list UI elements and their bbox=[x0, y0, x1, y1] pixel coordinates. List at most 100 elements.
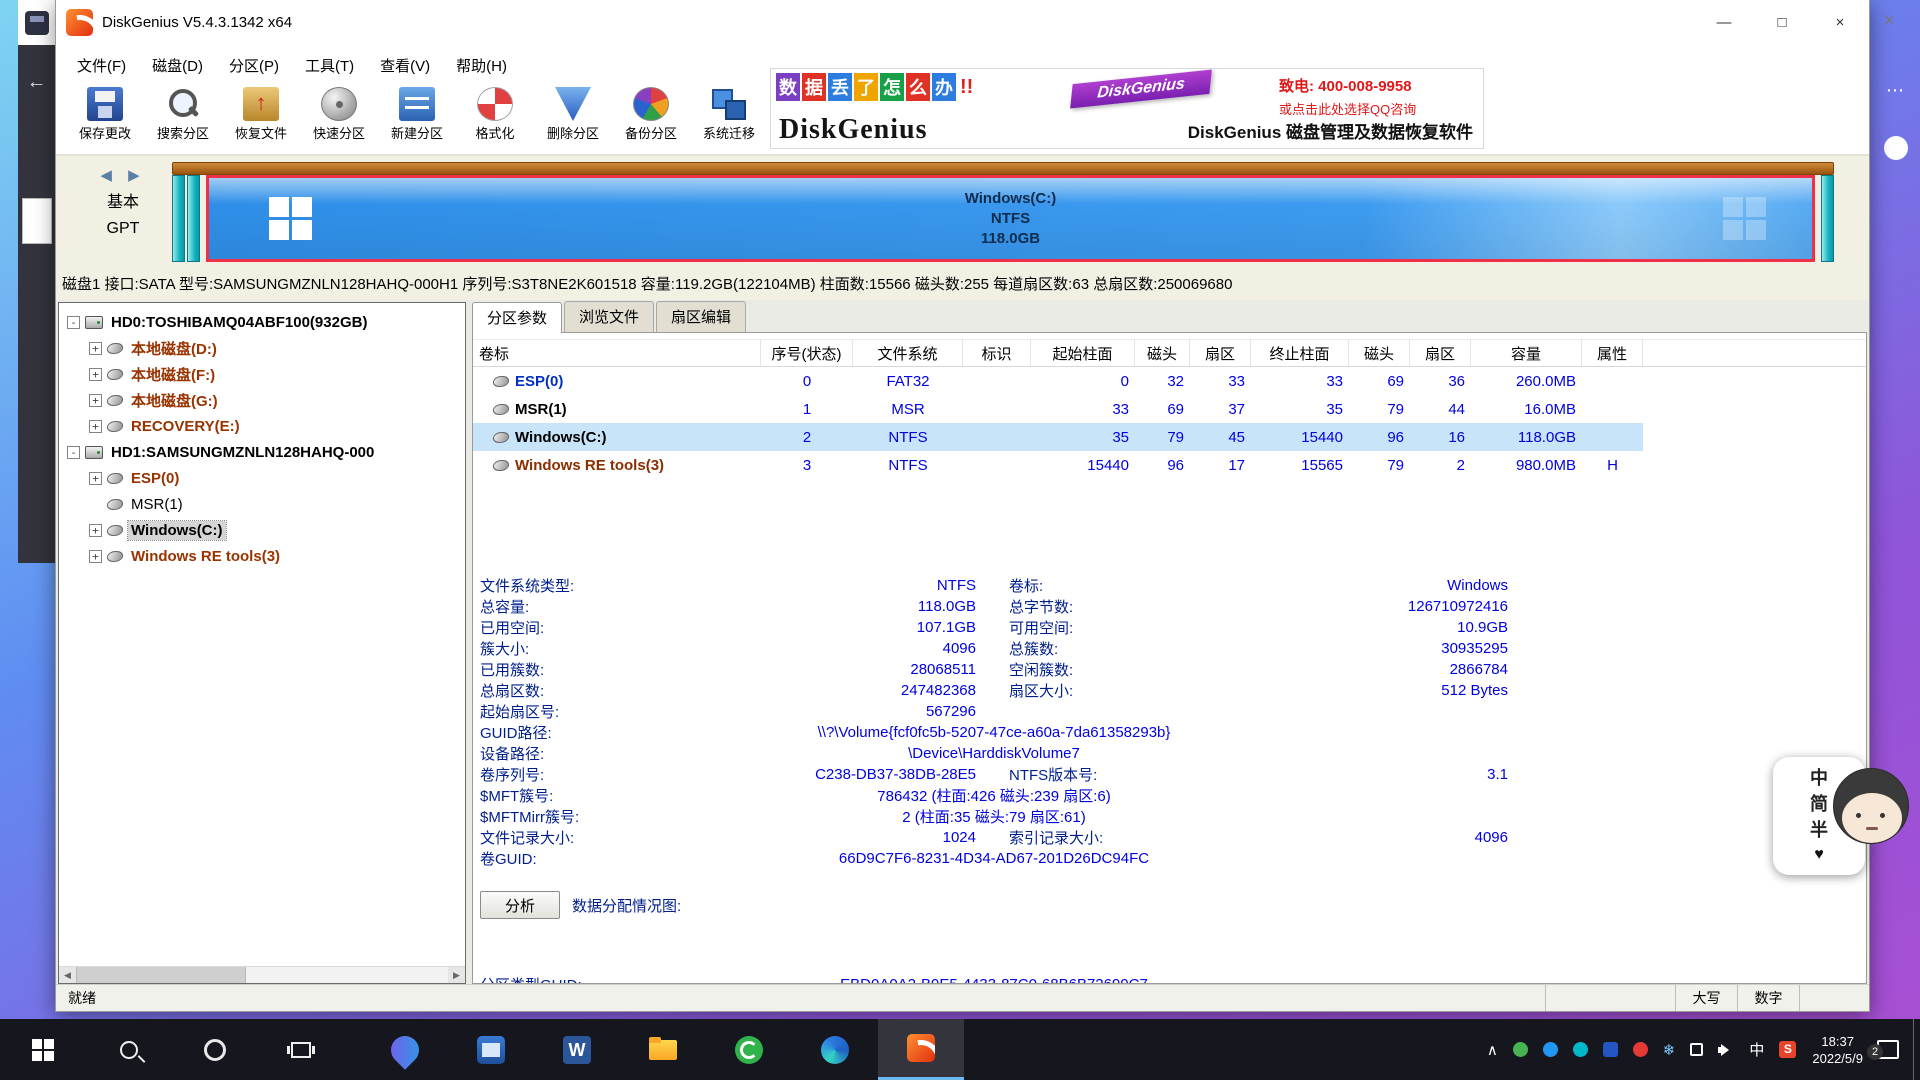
partition-row[interactable]: Windows RE tools(3)3NTFS1544096171556579… bbox=[473, 451, 1643, 479]
tray-messenger-icon[interactable] bbox=[1603, 1042, 1618, 1057]
menu-item[interactable]: 查看(V) bbox=[367, 50, 443, 81]
tree-item[interactable]: +本地磁盘(F:) bbox=[59, 361, 465, 387]
snowflake-icon[interactable]: ❄ bbox=[1663, 1041, 1676, 1059]
toolbar-backup-partition[interactable]: 备份分区 bbox=[612, 85, 690, 142]
expand-icon[interactable]: + bbox=[89, 420, 102, 433]
taskbar-app-word[interactable] bbox=[534, 1019, 620, 1080]
toolbar-search-partition[interactable]: 搜索分区 bbox=[144, 85, 222, 142]
column-header[interactable]: 扇区 bbox=[1410, 340, 1471, 366]
expand-icon[interactable]: + bbox=[89, 472, 102, 485]
toolbar-quick-partition[interactable]: 快速分区 bbox=[300, 85, 378, 142]
column-header[interactable]: 磁头 bbox=[1135, 340, 1190, 366]
column-header[interactable]: 属性 bbox=[1582, 340, 1643, 366]
ime-mode-indicator[interactable]: 中 bbox=[1749, 1039, 1764, 1060]
taskbar-app-green-browser[interactable] bbox=[706, 1019, 792, 1080]
toolbar-new-partition[interactable]: 新建分区 bbox=[378, 85, 456, 142]
column-header[interactable]: 起始柱面 bbox=[1031, 340, 1135, 366]
tray-green-app-icon[interactable] bbox=[1513, 1042, 1528, 1057]
taskbar-app-diskgenius-taskbar[interactable] bbox=[878, 1019, 964, 1080]
tree-item[interactable]: +Windows RE tools(3) bbox=[59, 543, 465, 569]
menu-item[interactable]: 工具(T) bbox=[292, 50, 367, 81]
toolbar-system-migrate[interactable]: 系统迁移 bbox=[690, 85, 768, 142]
back-arrow-icon[interactable]: ← bbox=[18, 71, 55, 94]
ad-qq-link[interactable]: 或点击此处选择QQ咨询 bbox=[1279, 99, 1477, 118]
nav-back-icon[interactable]: ◀ bbox=[100, 167, 118, 184]
expand-icon[interactable]: + bbox=[89, 524, 102, 537]
toolbar-format[interactable]: 格式化 bbox=[456, 85, 534, 142]
collapse-icon[interactable]: - bbox=[67, 316, 80, 329]
column-header[interactable]: 容量 bbox=[1471, 340, 1582, 366]
tree-horizontal-scrollbar[interactable]: ◀ ▶ bbox=[59, 966, 465, 983]
column-header[interactable]: 终止柱面 bbox=[1251, 340, 1349, 366]
nav-forward-icon[interactable]: ▶ bbox=[128, 167, 146, 184]
plug-icon[interactable] bbox=[1690, 1043, 1703, 1056]
tray-red-app-icon[interactable] bbox=[1633, 1042, 1648, 1057]
quick-partition-icon bbox=[321, 87, 357, 121]
taskbar-app-flame-app[interactable] bbox=[362, 1019, 448, 1080]
tree-item[interactable]: +Windows(C:) bbox=[59, 517, 465, 543]
tree-item[interactable]: +本地磁盘(G:) bbox=[59, 387, 465, 413]
column-header[interactable]: 扇区 bbox=[1190, 340, 1251, 366]
tree-item[interactable]: -HD0:TOSHIBAMQ04ABF100(932GB) bbox=[59, 309, 465, 335]
background-close-icon[interactable]: × bbox=[1884, 10, 1895, 31]
taskbar-app-edge[interactable] bbox=[792, 1019, 878, 1080]
partition-segment-re-tools[interactable] bbox=[1821, 175, 1834, 262]
menu-item[interactable]: 磁盘(D) bbox=[139, 50, 216, 81]
minimize-button[interactable]: — bbox=[1695, 0, 1753, 45]
partition-segment-windows-c[interactable]: Windows(C:) NTFS 118.0GB bbox=[206, 175, 1815, 262]
background-more-icon[interactable]: ⋯ bbox=[1886, 80, 1904, 101]
tree-item[interactable]: +本地磁盘(D:) bbox=[59, 335, 465, 361]
partition-segment-msr[interactable] bbox=[187, 175, 200, 262]
show-desktop-button[interactable] bbox=[1913, 1019, 1920, 1080]
column-header[interactable]: 标识 bbox=[963, 340, 1031, 366]
tab-browse-files[interactable]: 浏览文件 bbox=[564, 301, 654, 332]
tree-item[interactable]: +RECOVERY(E:) bbox=[59, 413, 465, 439]
expand-icon[interactable]: + bbox=[89, 550, 102, 563]
tree-item[interactable]: +ESP(0) bbox=[59, 465, 465, 491]
ime-mascot[interactable] bbox=[1833, 768, 1909, 844]
tree-item[interactable]: -HD1:SAMSUNGMZNLN128HAHQ-000 bbox=[59, 439, 465, 465]
analyze-button[interactable]: 分析 bbox=[480, 891, 560, 919]
collapse-icon[interactable]: - bbox=[67, 446, 80, 459]
expand-icon[interactable]: + bbox=[89, 394, 102, 407]
taskbar-app-mail-app[interactable] bbox=[448, 1019, 534, 1080]
detail-label: 簇大小: bbox=[480, 638, 700, 659]
column-header[interactable]: 文件系统 bbox=[853, 340, 963, 366]
volume-icon[interactable] bbox=[1718, 1043, 1734, 1057]
toolbar-recover-files[interactable]: 恢复文件 bbox=[222, 85, 300, 142]
action-center-button[interactable]: 2 bbox=[1877, 1040, 1899, 1059]
partition-row[interactable]: Windows(C:)2NTFS357945154409616118.0GB bbox=[473, 423, 1643, 451]
sogou-icon[interactable]: S bbox=[1779, 1041, 1796, 1058]
taskbar-clock[interactable]: 18:37 2022/5/9 bbox=[1812, 1033, 1863, 1067]
close-button[interactable]: × bbox=[1811, 0, 1869, 45]
tab-partition-params[interactable]: 分区参数 bbox=[472, 302, 562, 333]
column-header[interactable]: 卷标 bbox=[473, 340, 761, 366]
tray-teal-app-icon[interactable] bbox=[1573, 1042, 1588, 1057]
column-header[interactable]: 序号(状态) bbox=[761, 340, 853, 366]
start-button[interactable] bbox=[0, 1019, 86, 1080]
scroll-right-icon[interactable]: ▶ bbox=[448, 967, 465, 983]
cortana-button[interactable] bbox=[172, 1019, 258, 1080]
taskbar-app-file-explorer[interactable] bbox=[620, 1019, 706, 1080]
menu-item[interactable]: 帮助(H) bbox=[443, 50, 520, 81]
partition-row[interactable]: ESP(0)0FAT3203233336936260.0MB bbox=[473, 367, 1643, 395]
taskbar-search-button[interactable] bbox=[86, 1019, 172, 1080]
tab-sector-edit[interactable]: 扇区编辑 bbox=[656, 301, 746, 332]
task-view-button[interactable] bbox=[258, 1019, 344, 1080]
toolbar-delete-partition[interactable]: 删除分区 bbox=[534, 85, 612, 142]
tree-item[interactable]: MSR(1) bbox=[59, 491, 465, 517]
menu-item[interactable]: 分区(P) bbox=[216, 50, 292, 81]
partition-segment-esp[interactable] bbox=[172, 175, 185, 262]
maximize-button[interactable]: □ bbox=[1753, 0, 1811, 45]
ad-banner[interactable]: 数据丢了怎么办!! DiskGenius DiskGenius 致电: 400-… bbox=[770, 68, 1484, 149]
scroll-left-icon[interactable]: ◀ bbox=[59, 967, 76, 983]
column-header[interactable]: 磁头 bbox=[1349, 340, 1410, 366]
hidden-icons-icon[interactable]: ∧ bbox=[1487, 1041, 1498, 1059]
toolbar-save[interactable]: 保存更改 bbox=[66, 85, 144, 142]
expand-icon[interactable]: + bbox=[89, 368, 102, 381]
menu-item[interactable]: 文件(F) bbox=[64, 50, 139, 81]
scrollbar-thumb[interactable] bbox=[76, 967, 246, 983]
tray-blue-app-icon[interactable] bbox=[1543, 1042, 1558, 1057]
expand-icon[interactable]: + bbox=[89, 342, 102, 355]
partition-row[interactable]: MSR(1)1MSR33693735794416.0MB bbox=[473, 395, 1643, 423]
